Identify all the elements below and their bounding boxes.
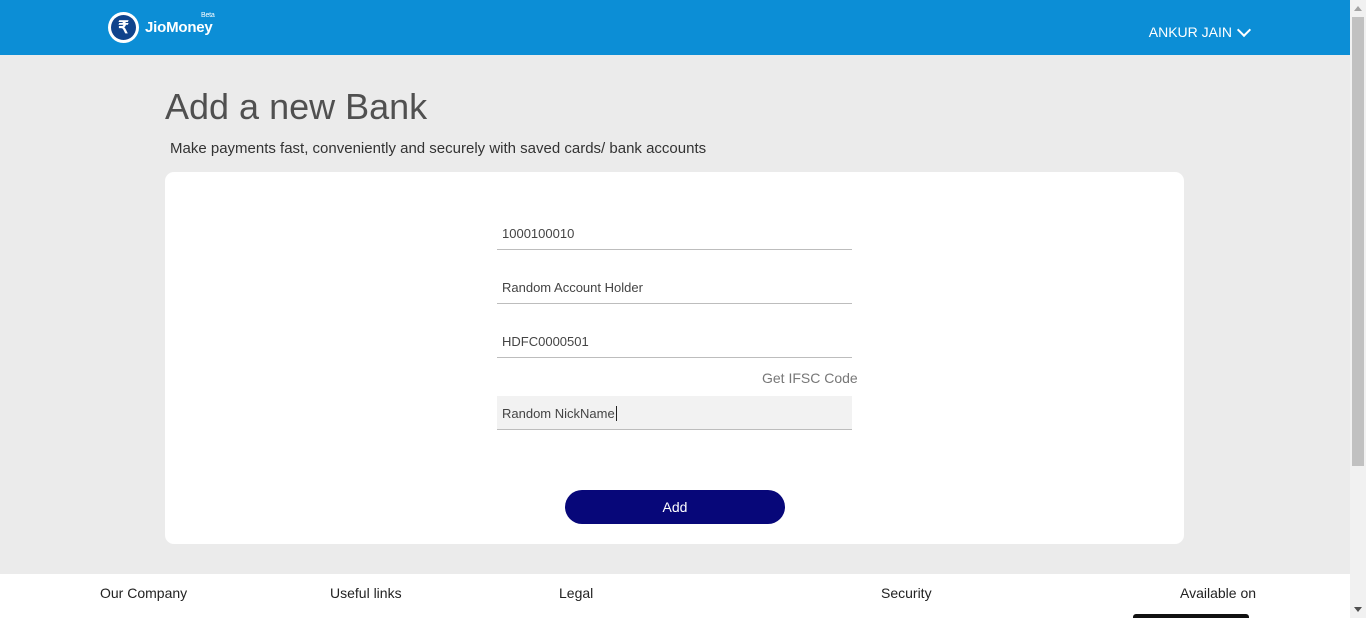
ifsc-code-value: HDFC0000501 — [502, 334, 589, 349]
account-holder-value: Random Account Holder — [502, 280, 643, 295]
account-holder-field[interactable]: Random Account Holder — [497, 270, 852, 304]
security-badges-image — [800, 612, 1010, 618]
brand-name: JioMoney Beta — [145, 12, 215, 36]
vertical-scrollbar[interactable] — [1350, 0, 1366, 618]
ifsc-code-field[interactable]: HDFC0000501 — [497, 324, 852, 358]
add-button[interactable]: Add — [565, 490, 785, 524]
user-name: ANKUR JAIN — [1148, 24, 1232, 40]
add-bank-form-card: 1000100010 Random Account Holder HDFC000… — [165, 172, 1184, 544]
footer-useful-links[interactable]: Useful links — [330, 585, 402, 601]
app-store-badge[interactable] — [1133, 614, 1249, 618]
nickname-field[interactable]: Random NickName — [497, 396, 852, 430]
footer-security[interactable]: Security — [881, 585, 932, 601]
footer: Our Company Useful links Legal Security … — [0, 574, 1350, 618]
scrollbar-thumb[interactable] — [1352, 17, 1364, 466]
scroll-up-arrow-icon[interactable] — [1354, 6, 1362, 11]
scroll-down-arrow-icon[interactable] — [1354, 607, 1362, 612]
user-menu[interactable]: ANKUR JAIN — [1148, 22, 1252, 40]
footer-legal[interactable]: Legal — [559, 585, 593, 601]
account-number-field[interactable]: 1000100010 — [497, 216, 852, 250]
nickname-value: Random NickName — [502, 406, 615, 421]
account-number-value: 1000100010 — [502, 226, 575, 241]
rupee-symbol: ₹ — [111, 15, 136, 40]
beta-label: Beta — [200, 12, 215, 19]
page-subtitle: Make payments fast, conveniently and sec… — [170, 140, 707, 157]
rupee-logo-icon: ₹ — [108, 12, 139, 43]
jiomoney-logo[interactable]: ₹ JioMoney Beta — [108, 12, 215, 43]
page-title: Add a new Bank — [165, 86, 428, 127]
text-cursor — [615, 406, 617, 421]
top-navbar: ₹ JioMoney Beta ANKUR JAIN — [0, 0, 1350, 55]
brand-label: JioMoney — [145, 19, 213, 36]
footer-our-company[interactable]: Our Company — [100, 585, 187, 601]
chevron-down-icon — [1236, 22, 1252, 37]
footer-available-on: Available on — [1180, 585, 1257, 601]
get-ifsc-code-link[interactable]: Get IFSC Code — [762, 370, 858, 386]
